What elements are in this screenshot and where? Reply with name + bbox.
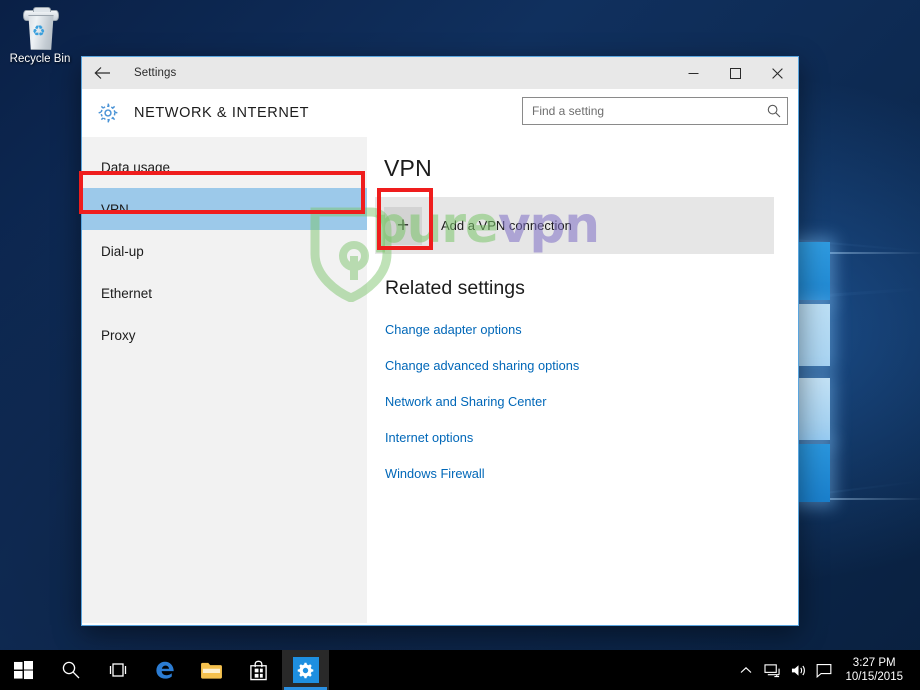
taskbar: 3:27 PM 10/15/2015 [0,650,920,690]
search-button[interactable] [47,650,94,690]
related-settings-links: Change adapter options Change advanced s… [385,322,579,502]
gear-icon [91,102,125,124]
start-button[interactable] [0,650,47,690]
sidebar-item-ethernet[interactable]: Ethernet [82,272,367,314]
clock-date: 10/15/2015 [845,671,903,683]
sidebar-item-proxy[interactable]: Proxy [82,314,367,356]
search-input[interactable] [523,103,761,119]
sidebar-item-dial-up[interactable]: Dial-up [82,230,367,272]
sidebar-item-label: Data usage [101,159,171,175]
sidebar-item-label: Ethernet [101,285,153,301]
windows-logo-icon [14,660,33,679]
settings-content: VPN + Add a VPN connection Related setti… [367,137,798,623]
page-title: NETWORK & INTERNET [134,105,310,121]
folder-icon [201,662,222,679]
action-center-icon[interactable] [811,650,837,690]
minimize-button[interactable] [672,57,714,89]
related-settings-title: Related settings [385,277,525,299]
maximize-button[interactable] [714,57,756,89]
close-button[interactable] [756,57,798,89]
system-tray: 3:27 PM 10/15/2015 [733,650,920,690]
sidebar-item-label: VPN [101,201,129,217]
add-vpn-connection-row[interactable]: + Add a VPN connection [375,197,774,254]
content-title: VPN [384,155,432,181]
settings-body: Data usage VPN Dial-up Ethernet Proxy VP… [82,137,798,623]
show-desktop-button[interactable] [914,650,920,690]
settings-sidebar: Data usage VPN Dial-up Ethernet Proxy [82,137,367,623]
link-internet-options[interactable]: Internet options [385,430,473,445]
settings-header: NETWORK & INTERNET [82,89,798,137]
show-hidden-icons-icon[interactable] [733,650,759,690]
store-bag-icon [250,660,267,680]
task-view-icon [109,663,126,677]
recycle-bin-icon: ♻ [20,7,60,50]
task-view-button[interactable] [94,650,141,690]
search-icon[interactable] [761,104,787,118]
window-title: Settings [134,67,177,79]
back-arrow-icon[interactable] [82,57,122,89]
window-controls [672,57,798,89]
plus-icon: + [396,214,410,237]
settings-taskbar-button[interactable] [282,650,329,690]
add-vpn-label: Add a VPN connection [441,218,572,233]
link-network-and-sharing-center[interactable]: Network and Sharing Center [385,394,546,409]
link-change-adapter-options[interactable]: Change adapter options [385,322,522,337]
volume-icon[interactable] [785,650,811,690]
store-button[interactable] [235,650,282,690]
recycle-bin-label: Recycle Bin [9,53,71,65]
wallpaper-windows-logo [796,242,832,504]
edge-icon [155,661,174,679]
desktop-icon-recycle-bin[interactable]: ♻ Recycle Bin [8,6,72,66]
sidebar-item-label: Proxy [101,327,136,343]
window-titlebar: Settings [82,57,798,89]
search-box[interactable] [522,97,788,125]
sidebar-item-data-usage[interactable]: Data usage [82,146,367,188]
gear-icon [292,657,319,683]
edge-button[interactable] [141,650,188,690]
wallpaper-glow [806,252,920,254]
settings-window: Settings NETWORK & INTERNET Find a setti… [81,56,799,626]
link-windows-firewall[interactable]: Windows Firewall [385,466,485,481]
link-change-advanced-sharing-options[interactable]: Change advanced sharing options [385,358,579,373]
sidebar-item-vpn[interactable]: VPN [82,188,367,230]
taskbar-clock[interactable]: 3:27 PM 10/15/2015 [837,656,914,684]
wallpaper-glow [806,498,920,500]
add-vpn-plus-button[interactable]: + [384,206,422,245]
search-icon [62,661,79,679]
network-icon[interactable] [759,650,785,690]
clock-time: 3:27 PM [852,657,896,669]
desktop: ♻ Recycle Bin Settings NETWORK & INTERNE… [0,0,920,690]
file-explorer-button[interactable] [188,650,235,690]
sidebar-item-label: Dial-up [101,243,144,259]
